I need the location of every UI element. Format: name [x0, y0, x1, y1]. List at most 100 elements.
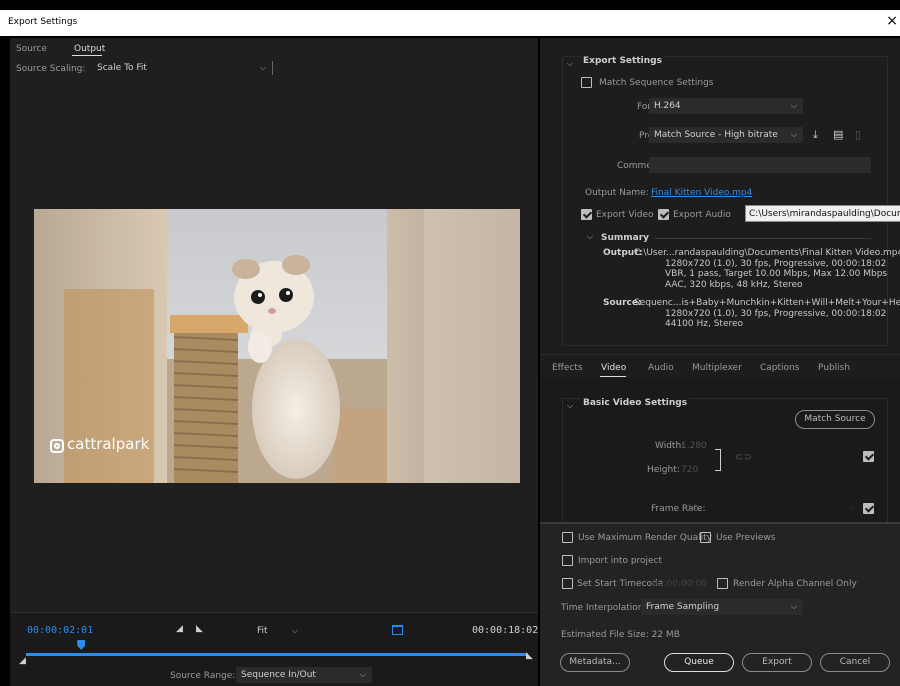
preset-value: Match Source - High bitrate	[654, 130, 778, 140]
height-value[interactable]: 720	[681, 465, 698, 475]
use-previews-checkbox[interactable]	[700, 532, 711, 543]
export-audio-checkbox[interactable]	[658, 209, 669, 220]
match-source-button[interactable]: Match Source	[795, 410, 875, 429]
settings-panel: ⌵ Export Settings Match Sequence Setting…	[540, 38, 900, 686]
summary-line: Sequenc...is+Baby+Munchkin+Kitten+Will+M…	[634, 298, 900, 308]
match-sequence-checkbox[interactable]	[581, 77, 592, 88]
height-label: Height:	[647, 465, 680, 475]
source-output-tabs: Source Output	[10, 38, 538, 58]
current-timecode[interactable]: 00:00:02:01	[27, 625, 93, 636]
chevron-down-icon[interactable]: ⌵	[587, 232, 593, 242]
tab-source[interactable]: Source	[16, 44, 47, 54]
tab-output[interactable]: Output	[74, 44, 105, 54]
output-name-link[interactable]: Final Kitten Video.mp4	[651, 188, 752, 198]
summary-line: VBR, 1 pass, Target 10.00 Mbps, Max 12.0…	[665, 269, 888, 279]
export-button[interactable]: Export	[742, 653, 812, 672]
frame-rate-value[interactable]: 30	[687, 504, 698, 514]
width-value[interactable]: 1,280	[681, 441, 707, 451]
timeline-bar: 00:00:02:01 ◢ ◣ Fit ⌵ 00:00:18:02 ◢ ◣ So…	[10, 612, 538, 686]
source-scaling-row: Source Scaling: Scale To Fit ⌵	[10, 59, 538, 77]
export-video-checkbox[interactable]	[581, 209, 592, 220]
title-bar: Export Settings ×	[0, 10, 900, 36]
summary-line: 1280x720 (1.0), 30 fps, Progressive, 00:…	[665, 258, 887, 269]
source-range-label: Source Range:	[170, 671, 236, 681]
summary-line: 44100 Hz, Stereo	[665, 319, 744, 329]
summary-line: AAC, 320 kbps, 48 kHz, Stereo	[665, 279, 803, 290]
import-preset-icon[interactable]: ▤	[833, 128, 843, 141]
tab-multiplexer[interactable]: Multiplexer	[692, 363, 742, 373]
source-scaling-label: Source Scaling:	[16, 64, 86, 74]
path-tooltip-text: C:\Users\mirandaspaulding\Documer	[749, 209, 900, 219]
render-alpha-label: Render Alpha Channel Only	[733, 579, 857, 589]
format-dropdown[interactable]: H.264 ⌵	[649, 98, 803, 114]
timeline-track[interactable]	[26, 653, 528, 656]
divider	[655, 238, 871, 239]
video-settings-scroll: ⌵ Basic Video Settings Match Source Widt…	[540, 378, 900, 528]
summary-line: 1280x720 (1.0), 30 fps, Progressive, 00:…	[665, 308, 887, 319]
summary-output-lines: C:\User...randaspaulding\Documents\Final…	[634, 248, 900, 290]
tab-video[interactable]: Video	[601, 363, 626, 373]
fit-value: Fit	[257, 626, 268, 636]
chain-link-icon[interactable]: ⊂⊃	[735, 452, 752, 463]
frame-rate-match-checkbox[interactable]	[863, 503, 874, 514]
window-title: Export Settings	[8, 17, 78, 27]
queue-button[interactable]: Queue	[664, 653, 734, 672]
close-icon[interactable]: ×	[886, 13, 898, 29]
instagram-icon	[50, 439, 64, 453]
chevron-down-icon: ⌵	[790, 130, 797, 139]
estimated-file-size: Estimated File Size: 22 MB	[561, 630, 680, 640]
settings-tabs: Effects Video Audio Multiplexer Captions…	[540, 354, 900, 378]
start-timecode-value[interactable]: 00:00:00:00	[652, 579, 707, 589]
delete-preset-icon[interactable]: ▯	[855, 128, 861, 141]
divider	[272, 61, 273, 75]
chevron-down-icon: ⌵	[790, 101, 797, 110]
summary-heading: Summary	[601, 233, 650, 243]
tab-output-underline	[72, 55, 102, 56]
match-sequence-label: Match Sequence Settings	[599, 78, 714, 88]
time-interp-value: Frame Sampling	[646, 602, 720, 612]
in-point-icon[interactable]: ◢	[19, 656, 26, 666]
import-project-checkbox[interactable]	[562, 555, 573, 566]
start-timecode-checkbox[interactable]	[562, 578, 573, 589]
chevron-down-icon: ⌵	[849, 503, 856, 512]
chevron-down-icon: ⌵	[359, 670, 366, 679]
width-height-match-checkbox[interactable]	[863, 451, 874, 462]
watermark-text: cattralpark	[67, 435, 150, 453]
summary-source-lines: Sequenc...is+Baby+Munchkin+Kitten+Will+M…	[634, 298, 900, 330]
comments-input[interactable]	[649, 157, 871, 173]
basic-video-heading: Basic Video Settings	[581, 398, 690, 408]
tab-audio[interactable]: Audio	[648, 363, 674, 373]
chevron-down-icon: ⌵	[259, 63, 266, 72]
source-scaling-dropdown[interactable]: Scale To Fit ⌵	[92, 60, 272, 76]
tab-captions[interactable]: Captions	[760, 363, 799, 373]
metadata-button[interactable]: Metadata...	[560, 653, 630, 672]
time-interp-label: Time Interpolation:	[561, 603, 647, 613]
bottom-options: Use Maximum Render Quality Use Previews …	[540, 522, 900, 686]
chevron-down-icon[interactable]: ⌵	[567, 59, 573, 69]
fit-dropdown[interactable]: Fit ⌵	[252, 623, 304, 639]
source-scaling-value: Scale To Fit	[97, 63, 147, 73]
save-preset-icon[interactable]: ⤓	[813, 128, 818, 142]
source-range-dropdown[interactable]: Sequence In/Out ⌵	[236, 667, 372, 683]
basic-video-group: ⌵ Basic Video Settings Match Source Widt…	[562, 398, 888, 528]
aspect-toggle-icon[interactable]	[392, 625, 403, 635]
tab-effects[interactable]: Effects	[552, 363, 583, 373]
mark-out-icon[interactable]: ◣	[196, 624, 203, 634]
time-interp-dropdown[interactable]: Frame Sampling ⌵	[641, 599, 803, 615]
cancel-button[interactable]: Cancel	[820, 653, 890, 672]
mark-in-icon[interactable]: ◢	[176, 624, 183, 634]
playhead-icon[interactable]	[77, 640, 86, 650]
export-settings-group: ⌵ Export Settings Match Sequence Setting…	[562, 56, 900, 346]
chevron-down-icon: ⌵	[291, 626, 298, 635]
max-render-checkbox[interactable]	[562, 532, 573, 543]
chevron-down-icon: ⌵	[790, 602, 797, 611]
preset-dropdown[interactable]: Match Source - High bitrate ⌵	[649, 127, 803, 143]
export-video-label: Export Video	[596, 210, 654, 220]
width-label: Width:	[655, 441, 685, 451]
import-project-label: Import into project	[578, 556, 663, 566]
chevron-down-icon[interactable]: ⌵	[567, 401, 573, 411]
render-alpha-checkbox[interactable]	[717, 578, 728, 589]
out-point-icon[interactable]: ◣	[526, 651, 533, 661]
path-tooltip: C:\Users\mirandaspaulding\Documer	[745, 205, 900, 222]
tab-publish[interactable]: Publish	[818, 363, 850, 373]
